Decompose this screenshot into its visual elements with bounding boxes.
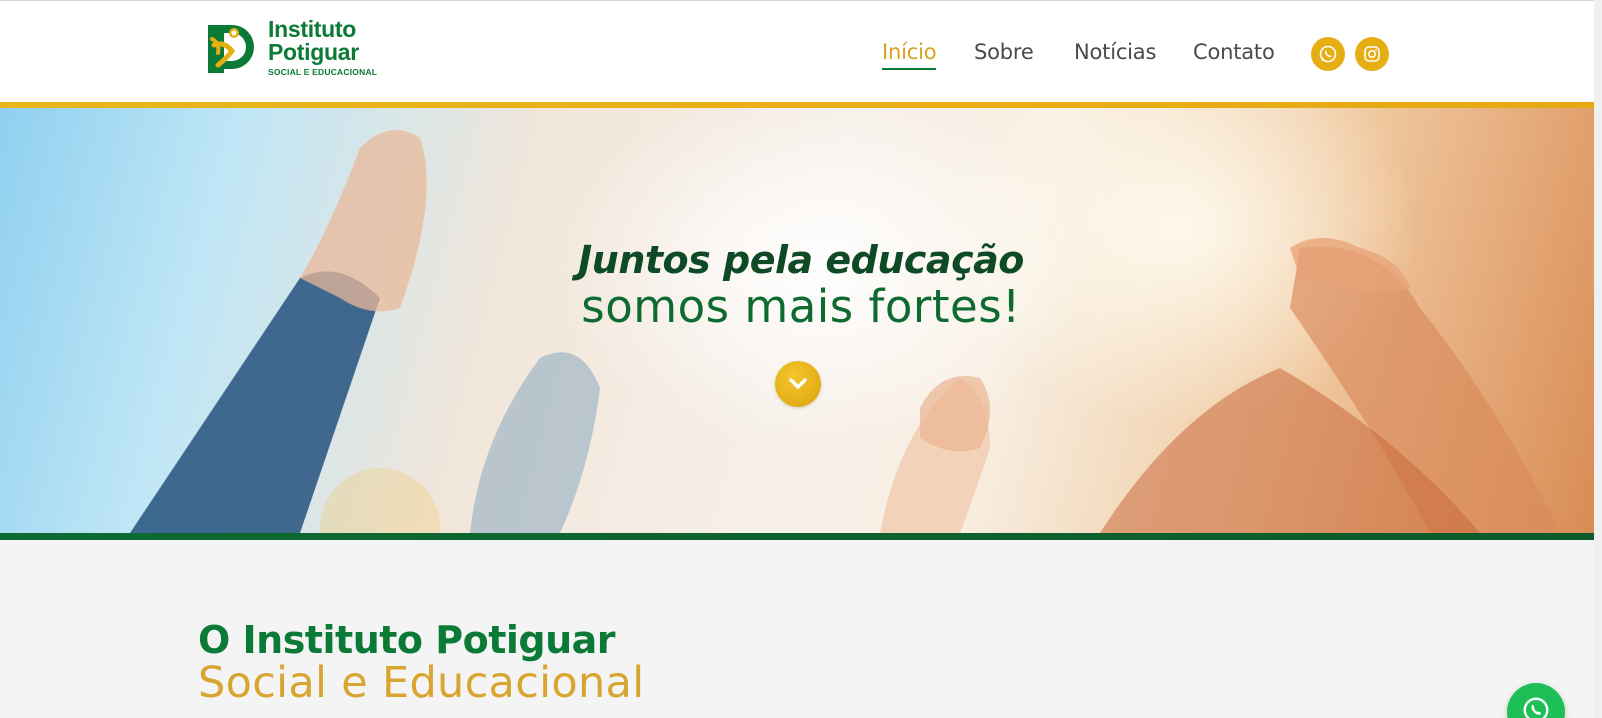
whatsapp-link[interactable] [1311, 37, 1345, 71]
nav-item-label: Sobre [974, 40, 1034, 64]
about-subtitle: Social e Educacional [198, 658, 645, 708]
logo-wordmark: Instituto Potiguar SOCIAL E EDUCACIONAL [268, 18, 377, 78]
whatsapp-icon [1523, 697, 1549, 718]
instagram-link[interactable] [1355, 37, 1389, 71]
about-section: O Instituto Potiguar Social e Educaciona… [0, 540, 1602, 718]
instagram-icon [1364, 46, 1380, 62]
nav-item-label: Início [882, 40, 937, 64]
nav-item-label: Notícias [1074, 40, 1157, 64]
about-title: O Instituto Potiguar [198, 618, 616, 662]
page-scrollbar[interactable] [1594, 0, 1602, 718]
hero-headline: Juntos pela educação somos mais fortes! [0, 238, 1602, 332]
hero-title: Juntos pela educação [578, 238, 1024, 282]
scroll-down-button[interactable] [775, 361, 821, 407]
nav-item-sobre[interactable]: Sobre [974, 40, 1034, 64]
logo-tagline: SOCIAL E EDUCACIONAL [268, 67, 378, 77]
chevron-down-icon [789, 378, 807, 389]
site-logo[interactable]: Instituto Potiguar SOCIAL E EDUCACIONAL [204, 18, 377, 78]
nav-item-inicio[interactable]: Início [882, 40, 937, 70]
logo-line-1: Instituto [268, 16, 356, 42]
hero-green-divider [0, 533, 1602, 540]
site-header: Instituto Potiguar SOCIAL E EDUCACIONAL … [0, 0, 1602, 102]
nav-item-label: Contato [1193, 40, 1275, 64]
nav-active-underline [882, 68, 937, 70]
logo-line-2: Potiguar [268, 39, 359, 65]
nav-item-contato[interactable]: Contato [1193, 40, 1275, 64]
logo-icon [204, 19, 262, 77]
nav-item-noticias[interactable]: Notícias [1074, 40, 1156, 64]
hero-subtitle: somos mais fortes! [581, 280, 1021, 333]
hero-banner: Juntos pela educação somos mais fortes! [0, 108, 1602, 533]
whatsapp-icon [1319, 45, 1337, 63]
